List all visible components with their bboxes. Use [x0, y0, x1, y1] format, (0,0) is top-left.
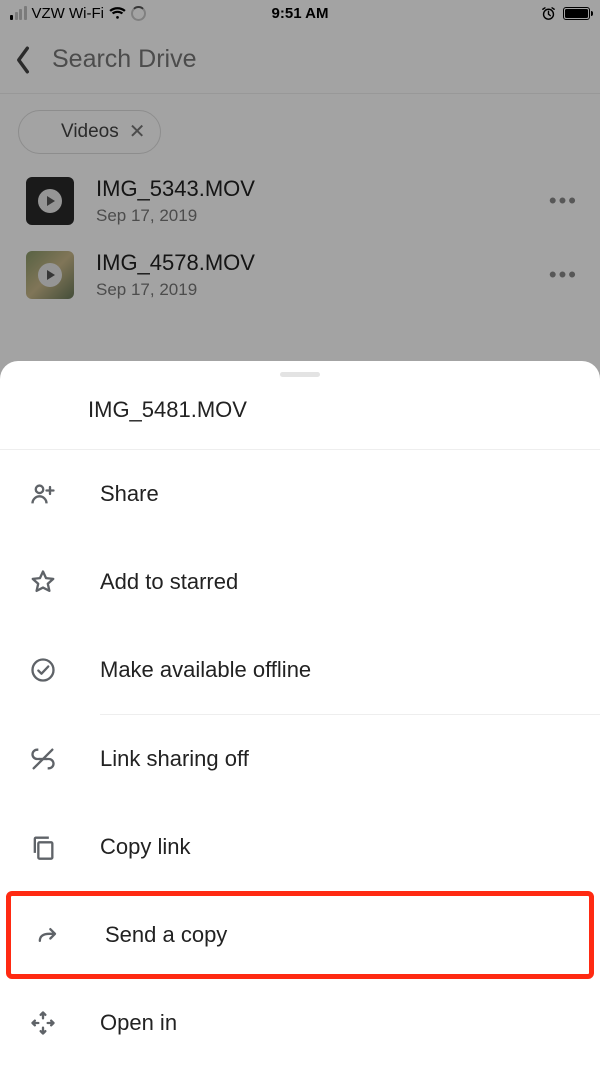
- video-file-icon: [29, 122, 51, 142]
- menu-item-share[interactable]: Share: [0, 450, 600, 538]
- sheet-header: IMG_5481.MOV: [0, 377, 600, 450]
- link-off-icon: [28, 745, 58, 773]
- file-name: IMG_5343.MOV: [96, 176, 527, 202]
- clock: 9:51 AM: [272, 5, 329, 22]
- back-button[interactable]: [12, 45, 34, 75]
- menu-label: Share: [100, 481, 159, 507]
- carrier-label: VZW Wi-Fi: [32, 5, 104, 22]
- copy-icon: [28, 833, 58, 861]
- alarm-icon: [540, 5, 557, 22]
- close-icon[interactable]: ✕: [129, 122, 146, 142]
- menu-item-send-copy[interactable]: Send a copy: [11, 896, 589, 974]
- video-thumbnail: [26, 177, 74, 225]
- menu-label: Open in: [100, 1010, 177, 1036]
- menu-item-star[interactable]: Add to starred: [0, 538, 600, 626]
- file-name: IMG_4578.MOV: [96, 250, 527, 276]
- loading-spinner-icon: [131, 6, 146, 21]
- highlighted-option: Send a copy: [6, 891, 594, 979]
- search-input[interactable]: Search Drive: [52, 45, 197, 74]
- menu-item-offline[interactable]: Make available offline: [0, 626, 600, 714]
- filter-chip-videos[interactable]: Videos ✕: [18, 110, 161, 154]
- video-thumbnail: [26, 251, 74, 299]
- menu-label: Make available offline: [100, 657, 311, 683]
- more-options-button[interactable]: •••: [549, 262, 578, 288]
- filter-chip-label: Videos: [61, 121, 119, 143]
- menu-item-copy-link[interactable]: Copy link: [0, 803, 600, 891]
- menu-label: Send a copy: [105, 922, 227, 948]
- action-sheet: IMG_5481.MOV Share Add to starred Make a…: [0, 361, 600, 1067]
- video-file-icon: [28, 397, 58, 423]
- play-icon: [38, 189, 62, 213]
- sheet-filename: IMG_5481.MOV: [88, 397, 247, 423]
- play-icon: [38, 263, 62, 287]
- search-header: Search Drive: [0, 26, 600, 94]
- menu-label: Link sharing off: [100, 746, 249, 772]
- file-date: Sep 17, 2019: [96, 206, 527, 226]
- offline-icon: [28, 656, 58, 684]
- more-options-button[interactable]: •••: [549, 188, 578, 214]
- file-row[interactable]: IMG_4578.MOV Sep 17, 2019 •••: [0, 238, 600, 312]
- status-bar: VZW Wi-Fi 9:51 AM: [0, 0, 600, 26]
- share-person-icon: [28, 480, 58, 508]
- cellular-signal-icon: [10, 6, 27, 20]
- menu-item-open-in[interactable]: Open in: [0, 979, 600, 1067]
- star-icon: [28, 568, 58, 596]
- open-in-icon: [28, 1009, 58, 1037]
- file-date: Sep 17, 2019: [96, 280, 527, 300]
- battery-icon: [563, 7, 590, 20]
- send-arrow-icon: [33, 921, 63, 949]
- menu-item-link-sharing[interactable]: Link sharing off: [0, 715, 600, 803]
- menu-label: Add to starred: [100, 569, 238, 595]
- wifi-icon: [109, 7, 126, 20]
- file-row[interactable]: IMG_5343.MOV Sep 17, 2019 •••: [0, 164, 600, 238]
- menu-label: Copy link: [100, 834, 190, 860]
